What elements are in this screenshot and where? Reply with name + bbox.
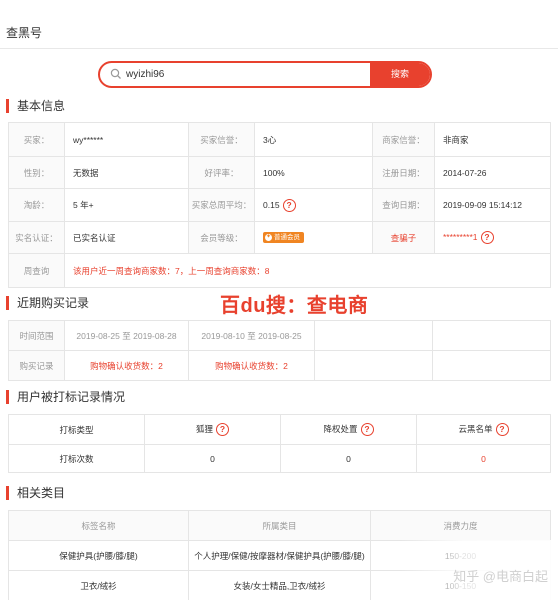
search-icon bbox=[110, 68, 121, 79]
categories-table: 标签名称 所属类目 消费力度 保健护具(护腰/膝/腿) 个人护理/保健/按摩器材… bbox=[8, 510, 551, 600]
fox-count: 0 bbox=[144, 444, 281, 473]
member-badge: ✦ 普通会员 bbox=[263, 232, 304, 244]
member-level-cell: ✦ 普通会员 bbox=[254, 221, 373, 254]
table-row: 时间范围 2019-08-25 至 2019-08-28 2019-08-10 … bbox=[8, 320, 551, 351]
search-input[interactable] bbox=[126, 63, 366, 86]
downgrade-header-cell: 降权处置? bbox=[280, 414, 417, 445]
account-age-label: 淘龄： bbox=[8, 188, 65, 222]
category-header: 所属类目 bbox=[188, 510, 371, 541]
gender-label: 性别： bbox=[8, 156, 65, 189]
section-heading-basic-info: 基本信息 bbox=[6, 99, 65, 113]
question-circle-icon[interactable]: ? bbox=[216, 423, 229, 437]
cloud-blacklist-header-cell: 云黑名单? bbox=[416, 414, 551, 445]
table-row: 实名认证： 已实名认证 会员等级： ✦ 普通会员 查骗子 *********1? bbox=[8, 221, 551, 254]
weekly-average-cell: 0.15? bbox=[254, 188, 373, 222]
question-circle-icon[interactable]: ? bbox=[360, 423, 374, 437]
buyer-credit-value: 3心 bbox=[254, 122, 373, 157]
question-circle-icon[interactable]: ? bbox=[480, 231, 494, 244]
table-row: 买家： wy****** 买家信誉： 3心 商家信誉： 非商家 bbox=[8, 122, 551, 157]
seller-credit-label: 商家信誉： bbox=[372, 122, 435, 157]
watermark-zhihu: 知乎 @电商白起 bbox=[453, 569, 548, 584]
buyer-value: wy****** bbox=[64, 122, 189, 157]
mark-type-header: 打标类型 bbox=[8, 414, 145, 445]
downgrade-header: 降权处置 bbox=[323, 423, 358, 434]
downgrade-count: 0 bbox=[280, 444, 417, 473]
question-circle-icon[interactable]: ? bbox=[495, 423, 509, 437]
weekly-query-value: 该用户近一周查询商家数：7，上一周查询商家数：8 bbox=[64, 253, 551, 288]
mark-count-label: 打标次数 bbox=[8, 444, 145, 473]
cloud-blacklist-count: 0 bbox=[416, 444, 551, 473]
time-range-label: 时间范围 bbox=[8, 320, 65, 351]
seller-credit-value: 非商家 bbox=[434, 122, 551, 157]
scammer-check-link[interactable]: 查骗子 bbox=[372, 221, 435, 254]
purchase-record-4 bbox=[432, 350, 551, 381]
question-circle-icon[interactable]: ? bbox=[282, 198, 296, 212]
fox-header: 狐狸 bbox=[195, 423, 213, 434]
weekly-average-value: 0.15 bbox=[263, 199, 280, 210]
time-range-1: 2019-08-25 至 2019-08-28 bbox=[64, 320, 189, 351]
basic-info-table: 买家： wy****** 买家信誉： 3心 商家信誉： 非商家 性别： 无数据 … bbox=[8, 122, 551, 288]
weekly-query-label: 周查询 bbox=[8, 253, 65, 288]
tag-name-cell: 卫衣/绒衫 bbox=[8, 570, 189, 600]
time-range-2: 2019-08-10 至 2019-08-25 bbox=[188, 320, 315, 351]
weekly-average-label: 买家总周平均： bbox=[188, 188, 255, 222]
category-cell: 女装/女士精品,卫衣/绒衫 bbox=[188, 570, 371, 600]
gender-value: 无数据 bbox=[64, 156, 189, 189]
table-row: 购买记录 购物确认收货数：2 购物确认收货数：2 bbox=[8, 350, 551, 381]
table-row: 性别： 无数据 好评率： 100% 注册日期： 2014-07-26 bbox=[8, 156, 551, 189]
member-level-label: 会员等级： bbox=[188, 221, 255, 254]
buyer-label: 买家： bbox=[8, 122, 65, 157]
query-date-label: 查询日期： bbox=[372, 188, 435, 222]
good-rate-value: 100% bbox=[254, 156, 373, 189]
time-range-4 bbox=[432, 320, 551, 351]
cloud-blacklist-header: 云黑名单 bbox=[458, 423, 493, 434]
category-cell: 个人护理/保健/按摩器材/保健护具(护腰/膝/腿) bbox=[188, 540, 371, 571]
register-date-value: 2014-07-26 bbox=[434, 156, 551, 189]
account-age-value: 5 年+ bbox=[64, 188, 189, 222]
purchase-record-3 bbox=[314, 350, 433, 381]
section-heading-categories: 相关类目 bbox=[6, 486, 65, 500]
title-divider bbox=[0, 48, 558, 49]
good-rate-label: 好评率： bbox=[188, 156, 255, 189]
table-row: 打标次数 0 0 0 bbox=[8, 444, 551, 473]
table-row: 淘龄： 5 年+ 买家总周平均： 0.15? 查询日期： 2019-09-09 … bbox=[8, 188, 551, 222]
section-heading-mark-records: 用户被打标记录情况 bbox=[6, 390, 125, 404]
crown-badge-icon: ✦ bbox=[265, 234, 272, 242]
search-button[interactable]: 搜索 bbox=[370, 63, 430, 86]
table-row: 周查询 该用户近一周查询商家数：7，上一周查询商家数：8 bbox=[8, 253, 551, 288]
real-name-label: 实名认证： bbox=[8, 221, 65, 254]
real-name-value: 已实名认证 bbox=[64, 221, 189, 254]
fox-header-cell: 狐狸? bbox=[144, 414, 281, 445]
watermark-baidu: 百du搜：查电商 bbox=[220, 295, 369, 317]
scammer-check-value: *********1 bbox=[443, 231, 478, 242]
query-date-value: 2019-09-09 15:14:12 bbox=[434, 188, 551, 222]
search-box: 搜索 bbox=[98, 61, 432, 88]
table-header-row: 打标类型 狐狸? 降权处置? 云黑名单? bbox=[8, 414, 551, 445]
purchase-record-label: 购买记录 bbox=[8, 350, 65, 381]
buyer-credit-label: 买家信誉： bbox=[188, 122, 255, 157]
tag-name-cell: 保健护具(护腰/膝/腿) bbox=[8, 540, 189, 571]
member-badge-label: 普通会员 bbox=[274, 234, 300, 242]
mark-records-table: 打标类型 狐狸? 降权处置? 云黑名单? 打标次数 0 0 0 bbox=[8, 414, 551, 473]
scammer-check-cell: *********1? bbox=[434, 221, 551, 254]
table-header-row: 标签名称 所属类目 消费力度 bbox=[8, 510, 551, 541]
section-heading-recent-purchase: 近期购买记录 bbox=[6, 296, 89, 310]
spending-power-header: 消费力度 bbox=[370, 510, 551, 541]
page-title: 查黑号 bbox=[6, 26, 43, 40]
register-date-label: 注册日期： bbox=[372, 156, 435, 189]
recent-purchase-table: 时间范围 2019-08-25 至 2019-08-28 2019-08-10 … bbox=[8, 320, 551, 381]
tag-name-header: 标签名称 bbox=[8, 510, 189, 541]
time-range-3 bbox=[314, 320, 433, 351]
purchase-record-2: 购物确认收货数：2 bbox=[188, 350, 315, 381]
purchase-record-1: 购物确认收货数：2 bbox=[64, 350, 189, 381]
